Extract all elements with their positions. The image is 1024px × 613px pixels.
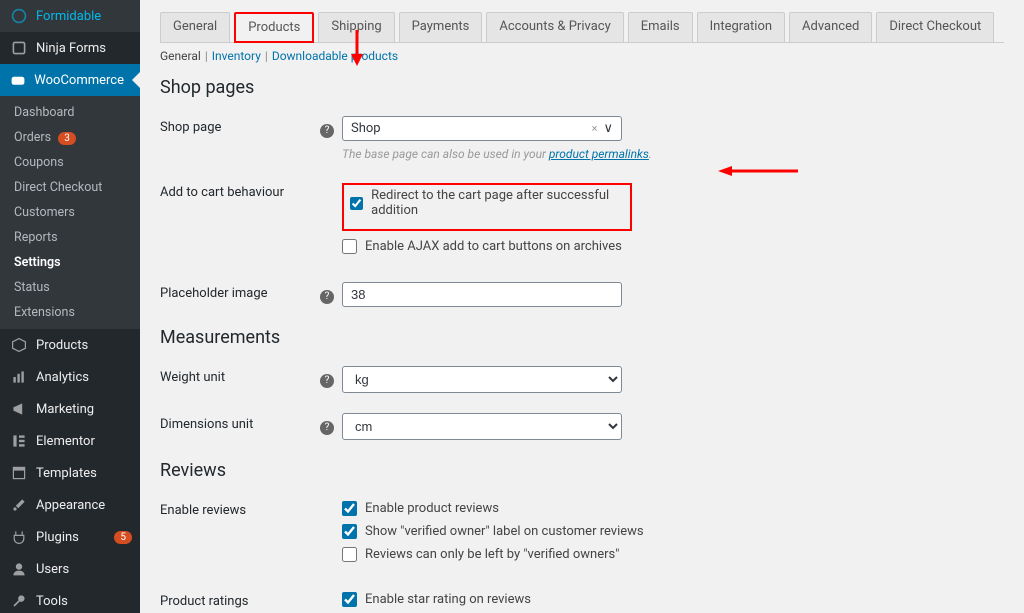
enable-reviews-label: Enable reviews (160, 499, 320, 518)
megaphone-icon (10, 400, 28, 418)
redirect-cart-checkbox[interactable] (350, 196, 363, 211)
wrench-icon (10, 592, 28, 610)
chart-icon (10, 368, 28, 386)
dimensions-unit-select[interactable]: cm (342, 413, 622, 440)
submenu-orders[interactable]: Orders 3 (0, 125, 140, 150)
cart-behaviour-label: Add to cart behaviour (160, 181, 320, 200)
submenu-directcheckout[interactable]: Direct Checkout (0, 175, 140, 200)
orders-badge: 3 (58, 132, 76, 145)
woo-icon (10, 71, 26, 89)
permalinks-link[interactable]: product permalinks (549, 147, 649, 161)
ajax-cart-checkbox[interactable] (342, 239, 357, 254)
form-icon (10, 39, 28, 57)
admin-sidebar: Formidable Ninja Forms WooCommerce Dashb… (0, 0, 140, 613)
sidebar-item-templates[interactable]: Templates (0, 457, 140, 489)
subtab-downloadable[interactable]: Downloadable products (272, 49, 398, 63)
verified-label-checkbox[interactable] (342, 524, 357, 539)
tab-payments[interactable]: Payments (399, 12, 483, 42)
elementor-icon (10, 432, 28, 450)
tab-directcheckout[interactable]: Direct Checkout (876, 12, 994, 42)
shop-page-label: Shop page (160, 116, 320, 135)
sidebar-item-ninjaforms[interactable]: Ninja Forms (0, 32, 140, 64)
tab-emails[interactable]: Emails (628, 12, 693, 42)
placeholder-image-input[interactable] (342, 282, 622, 307)
shop-page-select[interactable]: Shop ×∨ (342, 116, 622, 141)
section-shop-pages: Shop pages (160, 77, 1004, 98)
user-icon (10, 560, 28, 578)
form-icon (10, 7, 28, 25)
templates-icon (10, 464, 28, 482)
subtab-inventory[interactable]: Inventory (212, 49, 261, 63)
submenu-customers[interactable]: Customers (0, 200, 140, 225)
settings-tabs: General Products Shipping Payments Accou… (160, 12, 1004, 43)
sidebar-item-elementor[interactable]: Elementor (0, 425, 140, 457)
sidebar-item-woocommerce[interactable]: WooCommerce (0, 64, 140, 96)
sidebar-item-analytics[interactable]: Analytics (0, 361, 140, 393)
tab-accounts[interactable]: Accounts & Privacy (486, 12, 623, 42)
product-subtabs: General|Inventory|Downloadable products (160, 49, 1004, 63)
tab-advanced[interactable]: Advanced (789, 12, 872, 42)
help-icon[interactable]: ? (320, 374, 334, 388)
help-icon[interactable]: ? (320, 124, 334, 138)
plugins-badge: 5 (114, 531, 132, 544)
placeholder-image-label: Placeholder image (160, 282, 320, 301)
product-ratings-label: Product ratings (160, 590, 320, 609)
section-reviews: Reviews (160, 460, 1004, 481)
sidebar-item-marketing[interactable]: Marketing (0, 393, 140, 425)
active-pointer-icon (132, 72, 140, 88)
chevron-down-icon: ∨ (603, 121, 613, 136)
brush-icon (10, 496, 28, 514)
tab-products[interactable]: Products (234, 12, 314, 43)
sidebar-item-appearance[interactable]: Appearance (0, 489, 140, 521)
verified-only-checkbox[interactable] (342, 547, 357, 562)
weight-unit-select[interactable]: kg (342, 366, 622, 393)
submenu-extensions[interactable]: Extensions (0, 300, 140, 325)
sidebar-item-tools[interactable]: Tools (0, 585, 140, 613)
help-icon[interactable]: ? (320, 421, 334, 435)
enable-reviews-checkbox[interactable] (342, 501, 357, 516)
submenu-coupons[interactable]: Coupons (0, 150, 140, 175)
star-rating-checkbox[interactable] (342, 592, 357, 607)
sidebar-item-plugins[interactable]: Plugins5 (0, 521, 140, 553)
woo-submenu: Dashboard Orders 3 Coupons Direct Checko… (0, 96, 140, 329)
sidebar-item-formidable[interactable]: Formidable (0, 0, 140, 32)
annotation-arrow-left (718, 163, 798, 179)
plug-icon (10, 528, 28, 546)
submenu-settings[interactable]: Settings (0, 250, 140, 275)
submenu-dashboard[interactable]: Dashboard (0, 100, 140, 125)
main-content: General Products Shipping Payments Accou… (140, 0, 1024, 613)
subtab-general[interactable]: General (160, 49, 201, 63)
tab-integration[interactable]: Integration (697, 12, 785, 42)
help-icon[interactable]: ? (320, 290, 334, 304)
tab-general[interactable]: General (160, 12, 230, 42)
shop-page-desc: The base page can also be used in your p… (342, 147, 652, 161)
submenu-status[interactable]: Status (0, 275, 140, 300)
submenu-reports[interactable]: Reports (0, 225, 140, 250)
clear-icon[interactable]: × (592, 122, 598, 135)
annotation-arrow-down (347, 30, 367, 66)
package-icon (10, 336, 28, 354)
sidebar-item-users[interactable]: Users (0, 553, 140, 585)
sidebar-item-products[interactable]: Products (0, 329, 140, 361)
dimensions-unit-label: Dimensions unit (160, 413, 320, 432)
weight-unit-label: Weight unit (160, 366, 320, 385)
section-measurements: Measurements (160, 327, 1004, 348)
